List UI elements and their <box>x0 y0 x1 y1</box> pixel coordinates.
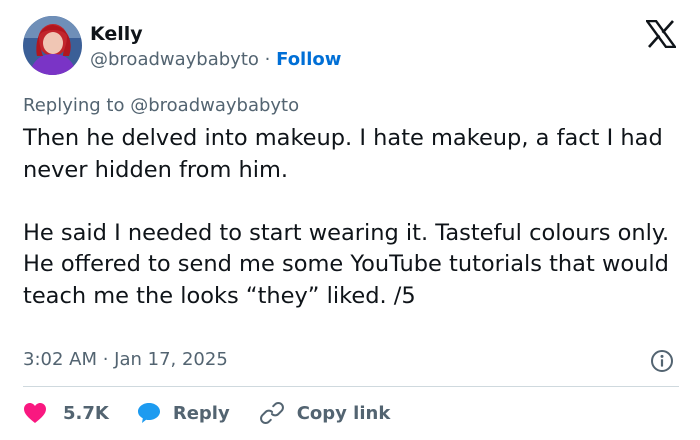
divider <box>23 386 679 387</box>
link-icon <box>259 401 284 425</box>
avatar-image <box>23 16 82 75</box>
separator-dot: · <box>264 49 271 70</box>
reply-label: Reply <box>172 402 230 424</box>
tweet-paragraph-2: He said I needed to start wearing it. Ta… <box>23 219 670 309</box>
like-button[interactable]: 5.7K <box>23 402 109 424</box>
likes-count: 5.7K <box>63 402 109 424</box>
user-handle[interactable]: @broadwaybabyto <box>90 49 259 70</box>
tweet-paragraph-1: Then he delved into makeup. I hate makeu… <box>23 125 663 183</box>
reply-context-prefix: Replying to <box>23 95 125 116</box>
follow-button[interactable]: Follow <box>276 49 341 70</box>
heart-icon <box>23 402 47 424</box>
display-name[interactable]: Kelly <box>90 22 143 46</box>
action-bar: 5.7K Reply Copy link <box>23 400 390 426</box>
copy-link-label: Copy link <box>296 402 391 424</box>
reply-context: Replying to @broadwaybabyto <box>23 94 299 118</box>
tweet-card: Kelly @broadwaybabyto · Follow Replying … <box>0 0 700 440</box>
tweet-text: Then he delved into makeup. I hate makeu… <box>23 123 683 312</box>
timestamp[interactable]: 3:02 AM · Jan 17, 2025 <box>23 348 228 372</box>
info-icon[interactable] <box>650 349 674 373</box>
copy-link-button[interactable]: Copy link <box>259 401 391 425</box>
avatar[interactable] <box>23 16 82 75</box>
speech-bubble-icon <box>137 402 161 424</box>
x-logo-icon[interactable] <box>644 19 678 49</box>
reply-button[interactable]: Reply <box>137 402 230 424</box>
handle-line: @broadwaybabyto · Follow <box>90 48 341 72</box>
reply-context-mention[interactable]: @broadwaybabyto <box>130 95 299 116</box>
